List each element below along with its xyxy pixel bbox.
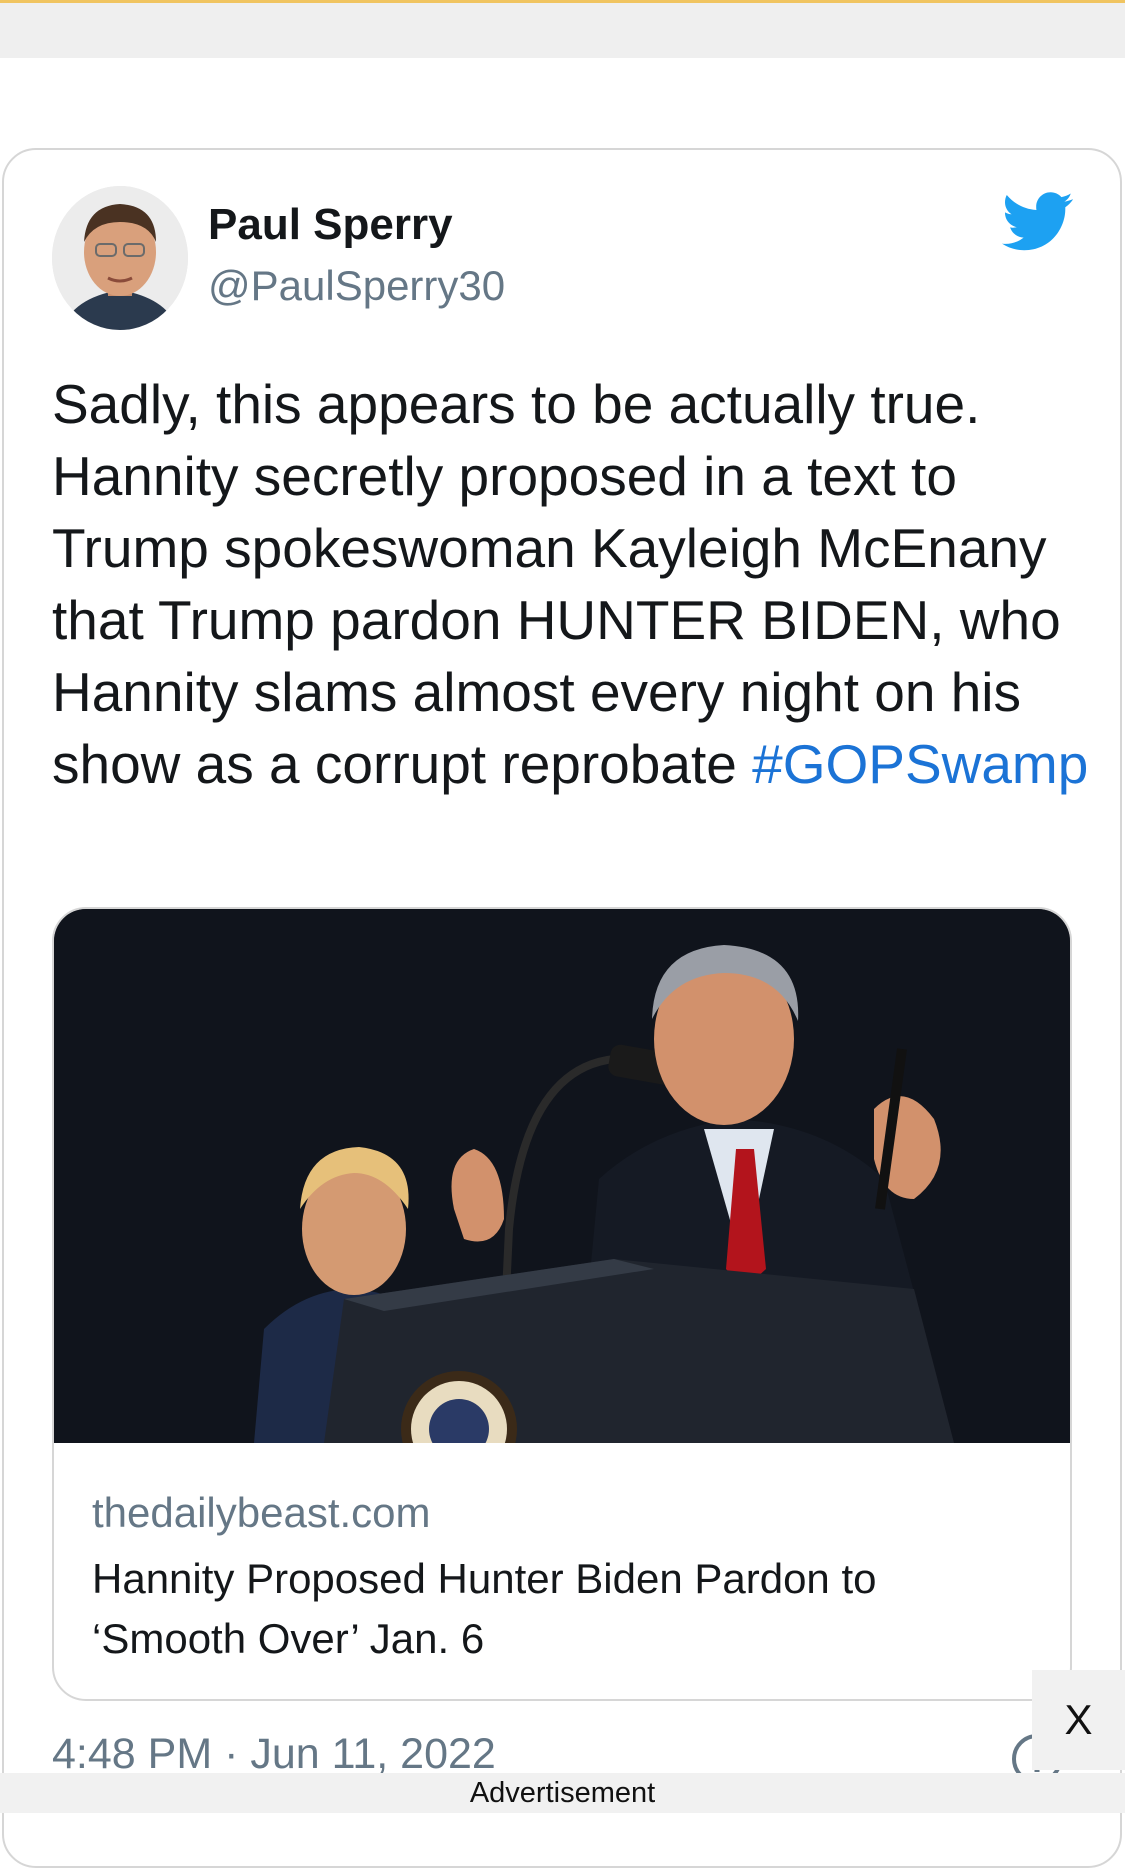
- ad-close-button[interactable]: X: [1032, 1670, 1125, 1770]
- tweet-text: Sadly, this appears to be actually true.…: [52, 368, 1092, 800]
- twitter-bird-icon[interactable]: [1002, 192, 1074, 252]
- advertisement-label: Advertisement: [469, 1777, 656, 1809]
- link-preview-image: [54, 909, 1070, 1443]
- avatar-image: [52, 186, 188, 330]
- hashtag-link[interactable]: #GOPSwamp: [752, 733, 1088, 795]
- avatar[interactable]: [52, 186, 188, 330]
- author-name[interactable]: Paul Sperry: [208, 200, 453, 250]
- link-preview-card[interactable]: thedailybeast.com Hannity Proposed Hunte…: [52, 907, 1072, 1701]
- link-title[interactable]: Hannity Proposed Hunter Biden Pardon to …: [92, 1549, 1032, 1669]
- advertisement-bar: Advertisement: [0, 1773, 1125, 1813]
- top-bar: [0, 3, 1125, 58]
- tweet-body: Sadly, this appears to be actually true.…: [52, 373, 1061, 795]
- tweet-timestamp[interactable]: 4:48 PM · Jun 11, 2022: [52, 1730, 496, 1779]
- author-handle[interactable]: @PaulSperry30: [208, 262, 505, 310]
- link-domain: thedailybeast.com: [92, 1489, 431, 1536]
